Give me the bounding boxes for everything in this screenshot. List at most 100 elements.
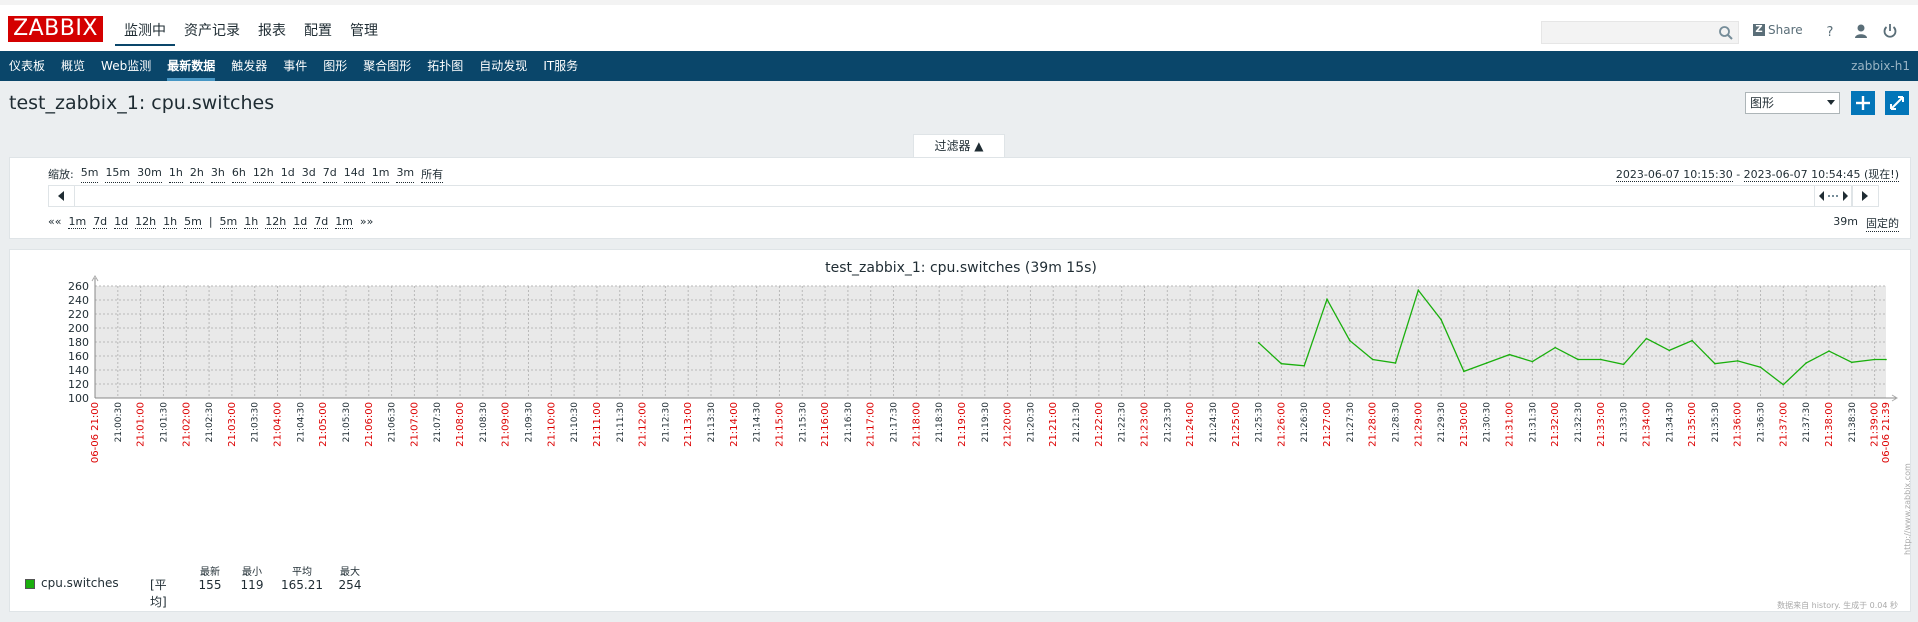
zoom-option[interactable]: 14d [343,166,365,183]
x-tick-label: 21:35:00 [1687,402,1698,447]
zoom-option[interactable]: 2h [189,166,204,183]
data-point [1349,339,1351,342]
x-tick-label: 21:20:00 [1003,402,1014,447]
subnav-triggers[interactable]: 触发器 [223,51,275,81]
x-tick-label: 21:39:00 [1870,402,1881,447]
menu-inventory[interactable]: 资产记录 [175,16,249,46]
view-type-select[interactable]: 图形 [1745,92,1840,114]
zoom-option[interactable]: 3d [301,166,316,183]
y-tick-label: 220 [68,308,89,321]
subnav-maps[interactable]: 拓扑图 [419,51,471,81]
subnav-dashboard[interactable]: 仪表板 [1,51,53,81]
timeline-handle[interactable] [1814,186,1852,206]
forward-all[interactable]: »» [360,215,373,229]
x-tick-label: 21:26:00 [1276,402,1287,447]
line-chart[interactable]: 06-06 21:00 21:00:30 21:01:00 21:01:30 21:02… [10,250,1910,590]
help-icon[interactable]: ? [1822,23,1838,39]
back-option[interactable]: 7d [93,215,108,229]
menu-configuration[interactable]: 配置 [295,16,341,46]
zoom-option[interactable]: 1m [371,166,390,183]
search-icon[interactable] [1718,25,1734,41]
zoom-option[interactable]: 5m [80,166,99,183]
x-tick-label: 21:04:00 [273,402,284,447]
x-tick-label: 21:32:00 [1550,402,1561,447]
forward-option[interactable]: 1m [335,215,353,229]
time-range[interactable]: 2023-06-07 10:15:30 - 2023-06-07 10:54:4… [1615,166,1899,182]
back-option[interactable]: 1d [114,215,129,229]
subnav-it-services[interactable]: IT服务 [535,51,586,81]
x-tick-label: 21:29:00 [1413,402,1424,447]
back-option[interactable]: 1m [68,215,87,229]
filter-tab[interactable]: 过滤器 ▲ [913,134,1005,158]
x-tick-label: 21:04:30 [296,402,306,443]
x-tick-label: 21:34:00 [1641,402,1652,447]
x-tick-label: 21:12:00 [638,402,649,447]
subnav-screens[interactable]: 聚合图形 [355,51,419,81]
search-input[interactable] [1541,21,1739,44]
subnav-graphs[interactable]: 图形 [315,51,355,81]
y-tick-label: 120 [68,378,89,391]
back-option[interactable]: 1h [163,215,178,229]
x-tick-label: 21:11:30 [616,402,626,443]
y-tick-label: 160 [68,350,89,363]
x-tick-label: 21:16:30 [844,402,854,443]
zoom-option[interactable]: 12h [252,166,274,183]
data-point [1782,383,1785,386]
zoom-option[interactable]: 1d [280,166,295,183]
menu-monitoring[interactable]: 监测中 [115,16,175,46]
back-all[interactable]: «« [48,215,61,229]
x-tick-label: 21:25:00 [1231,402,1242,447]
range-to[interactable]: 2023-06-07 10:54:45 (现在!) [1743,168,1899,182]
x-tick-label: 21:10:30 [570,402,580,443]
forward-option[interactable]: 1h [244,215,259,229]
x-tick-label: 21:18:00 [911,402,922,447]
x-tick-label: 21:11:00 [592,402,603,447]
menu-administration[interactable]: 管理 [341,16,387,46]
timeline-scrollbar[interactable] [48,185,1879,207]
range-from[interactable]: 2023-06-07 10:15:30 [1615,168,1733,182]
zoom-option[interactable]: 所有 [421,166,444,183]
subnav-discovery[interactable]: 自动发现 [471,51,535,81]
subnav-latest-data[interactable]: 最新数据 [159,51,223,81]
forward-option[interactable]: 1d [293,215,308,229]
stat-head: 最大 [340,567,360,578]
x-tick-label: 21:01:00 [136,402,147,447]
x-tick-label: 21:22:30 [1118,402,1128,443]
zoom-option[interactable]: 1h [168,166,183,183]
share-link[interactable]: Z Share [1753,23,1803,37]
x-tick-label: 21:10:00 [546,402,557,447]
zoom-option[interactable]: 6h [231,166,246,183]
zabbix-logo[interactable]: ZABBIX [8,16,103,42]
server-name: zabbix-h1 [1851,59,1910,73]
subnav-web[interactable]: Web监测 [93,51,159,81]
y-tick-label: 200 [68,322,89,335]
scroll-left-button[interactable] [49,186,75,206]
subnav-events[interactable]: 事件 [275,51,315,81]
sign-out-icon[interactable] [1882,23,1898,39]
zoom-option[interactable]: 3h [210,166,225,183]
forward-option[interactable]: 12h [265,215,287,229]
zoom-option[interactable]: 3m [396,166,415,183]
data-point [1508,353,1511,356]
back-option[interactable]: 12h [135,215,157,229]
menu-reports[interactable]: 报表 [249,16,295,46]
fullscreen-button[interactable] [1885,91,1909,115]
fixed-toggle[interactable]: 固定的 [1866,215,1899,232]
add-to-dashboard-button[interactable] [1851,91,1875,115]
x-tick-label: 21:23:30 [1163,402,1173,443]
scroll-right-button[interactable] [1852,186,1878,206]
forward-option[interactable]: 5m [219,215,238,229]
filter-panel: 缩放: 5m 15m 30m 1h 2h 3h 6h 12h 1d 3d 7d … [9,157,1911,239]
zoom-option[interactable]: 15m [105,166,131,183]
x-tick-label: 21:19:30 [981,402,991,443]
back-option[interactable]: 5m [184,215,202,229]
zoom-option[interactable]: 7d [322,166,337,183]
zoom-option[interactable]: 30m [137,166,162,183]
y-tick-label: 100 [68,392,89,405]
user-profile-icon[interactable] [1853,23,1869,39]
subnav-overview[interactable]: 概览 [53,51,93,81]
x-tick-label: 21:03:30 [251,402,261,443]
data-point [1394,362,1397,364]
forward-option[interactable]: 7d [314,215,329,229]
x-tick-label: 21:29:30 [1437,402,1447,443]
